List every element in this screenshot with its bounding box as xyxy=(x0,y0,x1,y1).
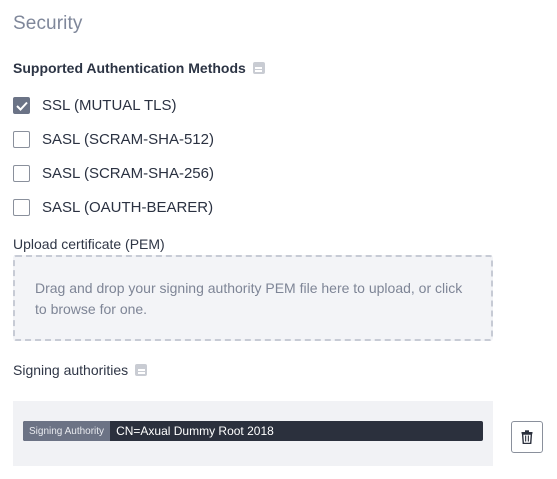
signing-authorities-label: Signing authorities xyxy=(13,362,148,378)
chip-tag: Signing Authority xyxy=(23,421,111,441)
checkbox-label: SASL (SCRAM-SHA-512) xyxy=(42,131,214,148)
trash-icon xyxy=(521,430,533,444)
auth-methods-label-text: Supported Authentication Methods xyxy=(13,60,246,76)
checkbox-ssl[interactable] xyxy=(13,97,30,114)
security-section-title: Security xyxy=(13,13,83,34)
signing-authorities-panel: Signing Authority CN=Axual Dummy Root 20… xyxy=(13,401,493,466)
info-icon[interactable] xyxy=(135,364,148,376)
check-icon xyxy=(15,101,28,111)
pem-dropzone[interactable]: Drag and drop your signing authority PEM… xyxy=(13,255,493,341)
auth-methods-label: Supported Authentication Methods xyxy=(13,60,265,76)
checkbox-row-scram-256[interactable]: SASL (SCRAM-SHA-256) xyxy=(13,165,214,182)
checkbox-row-oauth[interactable]: SASL (OAUTH-BEARER) xyxy=(13,199,213,216)
dropzone-text: Drag and drop your signing authority PEM… xyxy=(35,280,463,317)
checkbox-oauth[interactable] xyxy=(13,199,30,216)
checkbox-scram-512[interactable] xyxy=(13,131,30,148)
upload-label-text: Upload certificate (PEM) xyxy=(13,236,165,252)
checkbox-scram-256[interactable] xyxy=(13,165,30,182)
checkbox-label: SSL (MUTUAL TLS) xyxy=(42,97,177,114)
upload-label: Upload certificate (PEM) xyxy=(13,236,165,252)
checkbox-label: SASL (OAUTH-BEARER) xyxy=(42,199,214,216)
chip-value: CN=Axual Dummy Root 2018 xyxy=(116,424,274,438)
checkbox-label: SASL (SCRAM-SHA-256) xyxy=(42,165,214,182)
checkbox-row-ssl[interactable]: SSL (MUTUAL TLS) xyxy=(13,97,176,114)
signing-authorities-label-text: Signing authorities xyxy=(13,362,129,378)
delete-authority-button[interactable] xyxy=(511,421,543,453)
signing-authority-chip: Signing Authority CN=Axual Dummy Root 20… xyxy=(23,421,483,441)
info-icon[interactable] xyxy=(252,62,265,74)
checkbox-row-scram-512[interactable]: SASL (SCRAM-SHA-512) xyxy=(13,131,214,148)
